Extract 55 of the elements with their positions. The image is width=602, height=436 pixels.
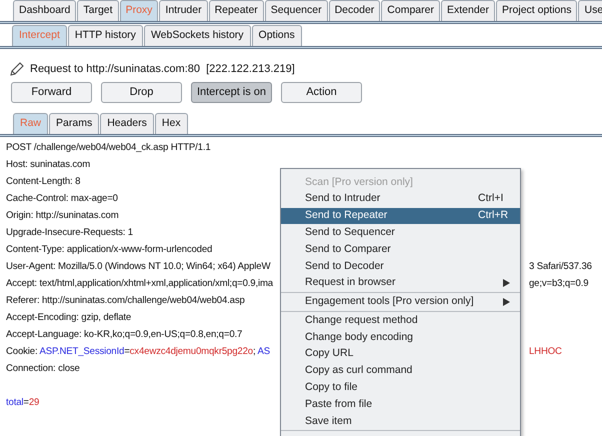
tab[interactable]: Comparer (381, 0, 440, 21)
tab[interactable]: HTTP history (68, 25, 143, 46)
submenu-arrow-icon (503, 298, 510, 306)
tab[interactable]: Params (49, 113, 100, 134)
request-line: Cache-Control: max-age=0 (6, 193, 118, 204)
tab[interactable]: Intruder (159, 0, 208, 21)
menu-item[interactable]: Change request method (281, 312, 520, 330)
request-line: Origin: http://suninatas.com (6, 210, 119, 221)
toolbar-button[interactable]: Intercept is on (191, 82, 272, 103)
tab[interactable]: Dashboard (13, 0, 76, 21)
toolbar-button[interactable]: Action (281, 82, 362, 103)
request-line: Content-Length: 8 (6, 176, 80, 187)
request-info: Request to http://suninatas.com:80 [222.122.213.219] (30, 62, 295, 77)
menu-item[interactable]: Copy to file (281, 380, 520, 396)
request-line: Referer: http://suninatas.com/challenge/web04/web04.asp (6, 295, 245, 306)
request-line: Upgrade-Insecure-Requests: 1 (6, 227, 133, 238)
request-line: 3 Safari/537.36 (529, 260, 592, 274)
tab[interactable]: Hex (154, 113, 188, 134)
menu-item[interactable]: Paste from file (281, 396, 520, 414)
menu-item[interactable]: Send to Intruder Ctrl+I (281, 190, 520, 208)
menu-item[interactable]: Send to Comparer (281, 241, 520, 258)
menu-item[interactable]: Send to Repeater Ctrl+R (281, 208, 520, 224)
request-line: Cookie: ASP.NET_SessionId=cx4ewzc4djemu0mqkr5pg22o; AS (6, 346, 270, 357)
menu-item[interactable]: Request in browser (281, 274, 520, 292)
request-line: Content-Type: application/x-www-form-urlencoded (6, 244, 212, 255)
request-line: Accept: text/html,application/xhtml+xml,application/xml;q=0.9,ima (6, 278, 273, 289)
request-line: Accept-Encoding: gzip, deflate (6, 312, 132, 323)
menu-item[interactable]: Save item (281, 413, 520, 430)
request-line: Connection: close (6, 363, 80, 374)
tab[interactable]: Project options (496, 0, 578, 21)
toolbar-button[interactable]: Forward (11, 82, 92, 103)
toolbar-button[interactable]: Drop (101, 82, 182, 103)
tab[interactable]: Decoder (328, 0, 380, 21)
tab[interactable]: Extender (440, 0, 496, 21)
tab[interactable]: WebSockets history (144, 25, 251, 46)
menu-item[interactable]: Send to Decoder (281, 258, 520, 275)
request-line: ge;v=b3;q=0.9 (529, 277, 588, 291)
request-line: POST /challenge/web04/web04_ck.asp HTTP/1.1 (6, 142, 211, 153)
request-line: Accept-Language: ko-KR,ko;q=0.9,en-US;q=0.8,en;q=0.7 (6, 329, 242, 340)
menu-item[interactable]: Change body encoding (281, 329, 520, 346)
tab[interactable]: Headers (100, 113, 154, 134)
tab[interactable]: Options (252, 25, 302, 46)
submenu-arrow-icon (503, 279, 510, 288)
tab[interactable]: Repeater (208, 0, 264, 21)
request-line: Host: suninatas.com (6, 159, 90, 170)
request-line: User-Agent: Mozilla/5.0 (Windows NT 10.0; Win64; x64) AppleW (6, 261, 270, 272)
request-body: total=29 (6, 397, 40, 408)
tab[interactable]: Sequencer (264, 0, 328, 21)
tab[interactable]: Target (77, 0, 119, 21)
pencil-icon (10, 62, 24, 76)
menu-item[interactable]: Engagement tools [Pro version only] (281, 294, 520, 310)
menu-item[interactable]: Copy URL (281, 346, 520, 363)
menu-item[interactable]: Send to Sequencer (281, 224, 520, 242)
request-line: LHHOC (529, 345, 562, 359)
menu-item[interactable]: Copy as curl command (281, 362, 520, 380)
